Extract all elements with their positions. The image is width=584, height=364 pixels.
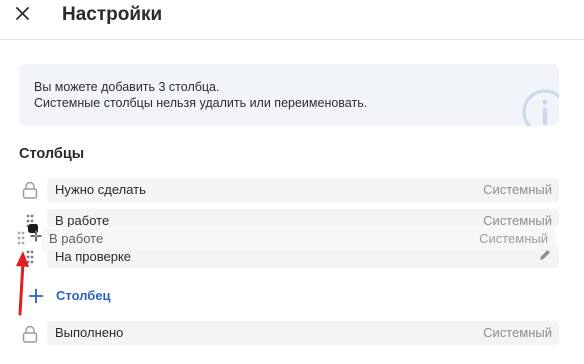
add-column-label: Столбец (56, 288, 111, 303)
info-text-line-1: Вы можете добавить 3 столбца. (34, 80, 220, 94)
modal-header: Настройки (0, 0, 584, 40)
system-tag: Системный (479, 231, 548, 246)
annotation-arrow-icon (16, 251, 29, 316)
info-icon (522, 89, 559, 126)
column-name: На проверке (55, 249, 132, 264)
column-row-todo: Нужно сделать Системный (47, 178, 559, 202)
info-text-line-2: Системные столбцы нельзя удалить или пер… (34, 96, 368, 110)
move-cursor-icon (30, 230, 42, 242)
columns-section-title: Столбцы (19, 146, 85, 162)
dragging-column-ghost[interactable]: В работе Системный (41, 228, 556, 250)
column-name: В работе (55, 213, 110, 227)
column-name: Нужно сделать (55, 182, 146, 197)
pencil-icon[interactable] (538, 248, 552, 262)
system-tag: Системный (483, 325, 552, 340)
info-banner: Вы можете добавить 3 столбца. Системные … (19, 64, 559, 126)
column-row-done: Выполнено Системный (47, 321, 559, 345)
column-row-in-progress[interactable]: В работе Системный (47, 209, 559, 227)
column-name: Выполнено (55, 325, 124, 340)
lock-icon (22, 181, 38, 199)
system-tag: Системный (483, 213, 552, 227)
close-icon (16, 7, 29, 20)
lock-icon (22, 325, 38, 343)
column-name: В работе (49, 231, 104, 246)
system-tag: Системный (483, 182, 552, 197)
close-button[interactable] (12, 4, 34, 26)
page-title: Настройки (62, 4, 163, 25)
drag-handle-icon (17, 231, 25, 245)
